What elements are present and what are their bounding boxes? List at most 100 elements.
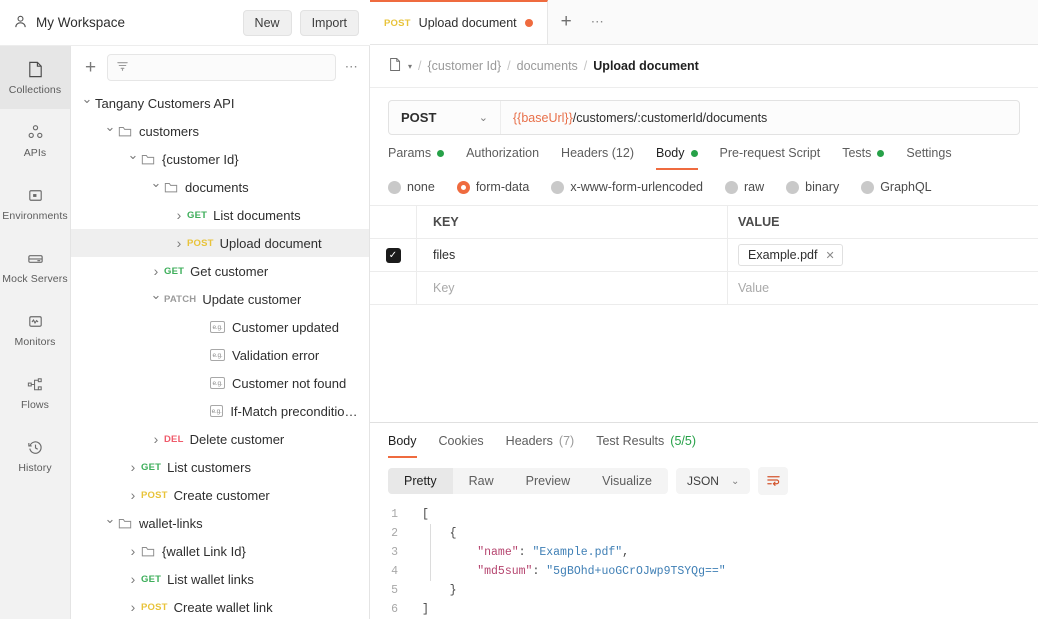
- tree-caret-icon[interactable]: [171, 235, 187, 251]
- response-body-code[interactable]: 1 2 3 4 5 6 [ { "name": "Example.pdf", "md5su…: [370, 501, 1038, 619]
- tree-item-upload-document[interactable]: POST Upload document: [71, 229, 369, 257]
- tree-item-documents[interactable]: documents: [71, 173, 369, 201]
- method-select[interactable]: POST ⌄: [389, 101, 501, 134]
- file-name: Example.pdf: [748, 248, 818, 262]
- radio-icon[interactable]: [551, 180, 565, 194]
- response-tab-headers[interactable]: Headers (7): [506, 434, 575, 458]
- breadcrumb-item-customer-id[interactable]: {customer Id}: [428, 59, 502, 73]
- row-value-cell[interactable]: Example.pdf ✕: [728, 239, 1038, 271]
- tree-item-customer-updated[interactable]: e.g. Customer updated: [71, 313, 369, 341]
- radio-icon[interactable]: [388, 180, 401, 194]
- tab-title: Upload document: [418, 16, 517, 30]
- tree-caret-icon[interactable]: [125, 599, 141, 615]
- view-mode-visualize[interactable]: Visualize: [586, 468, 668, 494]
- breadcrumb-caret-icon[interactable]: ▾: [408, 62, 412, 71]
- rail-item-monitors[interactable]: Monitors: [0, 298, 70, 361]
- sidebar-more-button[interactable]: ⋯: [345, 59, 359, 75]
- tree-item-tangany-customers-api[interactable]: Tangany Customers API: [71, 89, 369, 117]
- response-tab-test-results[interactable]: Test Results (5/5): [596, 434, 696, 458]
- tree-caret-icon[interactable]: [148, 291, 164, 307]
- request-tab-pre-request-script[interactable]: Pre-request Script: [720, 146, 821, 170]
- radio-icon[interactable]: [786, 180, 800, 194]
- rail-item-history[interactable]: History: [0, 424, 70, 487]
- body-type-none[interactable]: none: [388, 180, 435, 194]
- rail-item-environments[interactable]: Environments: [0, 172, 70, 235]
- rail-item-apis[interactable]: APIs: [0, 109, 70, 172]
- search-input[interactable]: [107, 53, 336, 81]
- tree-caret-icon[interactable]: [125, 151, 141, 167]
- radio-icon[interactable]: [725, 180, 738, 194]
- response-tab-cookies[interactable]: Cookies: [439, 434, 484, 458]
- new-button[interactable]: New: [242, 9, 292, 36]
- tabbar-more-button[interactable]: ⋯: [585, 0, 611, 44]
- new-key-input[interactable]: Key: [417, 272, 728, 304]
- rail-item-mock-servers[interactable]: Mock Servers: [0, 235, 70, 298]
- request-tab-upload-document[interactable]: POST Upload document: [370, 0, 548, 44]
- body-type-binary[interactable]: binary: [786, 180, 839, 194]
- tree-caret-icon[interactable]: [79, 95, 95, 111]
- file-chip[interactable]: Example.pdf ✕: [738, 244, 843, 266]
- radio-icon[interactable]: [861, 180, 875, 194]
- tree-item-list-customers[interactable]: GET List customers: [71, 453, 369, 481]
- request-tab-body[interactable]: Body: [656, 146, 698, 170]
- tree-item-create-wallet-link[interactable]: POST Create wallet link: [71, 593, 369, 619]
- tree-item-customer-id[interactable]: {customer Id}: [71, 145, 369, 173]
- tree-item-customer-not-found[interactable]: e.g. Customer not found: [71, 369, 369, 397]
- tree-item-wallet-links[interactable]: wallet-links: [71, 509, 369, 537]
- tree-item-list-documents[interactable]: GET List documents: [71, 201, 369, 229]
- tree-item-create-customer[interactable]: POST Create customer: [71, 481, 369, 509]
- tree-caret-icon[interactable]: [125, 543, 141, 559]
- tree-item-customers[interactable]: customers: [71, 117, 369, 145]
- tree-caret-icon[interactable]: [102, 123, 118, 139]
- tree-item-delete-customer[interactable]: DEL Delete customer: [71, 425, 369, 453]
- request-tab-settings[interactable]: Settings: [906, 146, 951, 170]
- response-controls: Pretty Raw Preview Visualize JSON ⌄: [370, 458, 1038, 501]
- import-button[interactable]: Import: [299, 9, 359, 36]
- breadcrumb-item-documents[interactable]: documents: [517, 59, 578, 73]
- view-mode-raw[interactable]: Raw: [453, 468, 510, 494]
- tree-caret-icon[interactable]: [148, 431, 164, 447]
- tree-item-validation-error[interactable]: e.g. Validation error: [71, 341, 369, 369]
- body-type-x-www-form-urlencoded[interactable]: x-www-form-urlencoded: [551, 180, 703, 194]
- tree-item-if-match-precondition-fail[interactable]: e.g. If-Match precondition fail...: [71, 397, 369, 425]
- rail-item-collections[interactable]: Collections: [0, 46, 70, 109]
- collection-tree: Tangany Customers API customers {customer …: [71, 87, 369, 619]
- tree-caret-icon[interactable]: [125, 571, 141, 587]
- collections-icon: [26, 60, 45, 79]
- tree-item-list-wallet-links[interactable]: GET List wallet links: [71, 565, 369, 593]
- response-format-select[interactable]: JSON ⌄: [675, 468, 751, 494]
- add-collection-button[interactable]: +: [83, 58, 98, 77]
- tree-item-label: List documents: [213, 207, 301, 223]
- tree-caret-icon[interactable]: [125, 487, 141, 503]
- tree-item-wallet-link-id[interactable]: {wallet Link Id}: [71, 537, 369, 565]
- tree-caret-icon[interactable]: [148, 263, 164, 279]
- rail-item-flows[interactable]: Flows: [0, 361, 70, 424]
- code-lines[interactable]: [ { "name": "Example.pdf", "md5sum": "5g…: [408, 505, 1038, 619]
- new-value-input[interactable]: Value: [728, 272, 1038, 304]
- remove-file-icon[interactable]: ✕: [825, 249, 834, 262]
- tree-caret-icon[interactable]: [102, 515, 118, 531]
- request-tab-params[interactable]: Params: [388, 146, 445, 170]
- body-type-form-data[interactable]: form-data: [456, 180, 529, 194]
- body-type-graphql[interactable]: GraphQL: [861, 180, 932, 194]
- request-tab-tests[interactable]: Tests: [842, 146, 885, 170]
- tree-caret-icon[interactable]: [171, 207, 187, 223]
- tree-item-update-customer[interactable]: PATCH Update customer: [71, 285, 369, 313]
- tree-item-get-customer[interactable]: GET Get customer: [71, 257, 369, 285]
- request-tab-authorization[interactable]: Authorization: [466, 146, 539, 170]
- row-checkbox[interactable]: ✓: [385, 247, 401, 263]
- response-tab-body[interactable]: Body: [388, 434, 417, 458]
- body-type-raw[interactable]: raw: [725, 180, 764, 194]
- request-tab-headers-12[interactable]: Headers (12): [561, 146, 634, 170]
- code-token: "name": [477, 546, 519, 559]
- row-key-input[interactable]: files: [417, 239, 728, 271]
- radio-icon[interactable]: [456, 180, 470, 194]
- tree-caret-icon[interactable]: [125, 459, 141, 475]
- word-wrap-button[interactable]: [758, 467, 789, 495]
- view-mode-preview[interactable]: Preview: [510, 468, 586, 494]
- unsaved-changes-dot[interactable]: [524, 19, 533, 27]
- view-mode-pretty[interactable]: Pretty: [388, 468, 453, 494]
- url-input[interactable]: {{baseUrl}}/customers/:customerId/docume…: [501, 101, 1019, 134]
- tree-caret-icon[interactable]: [148, 179, 164, 195]
- new-tab-button[interactable]: +: [548, 0, 585, 44]
